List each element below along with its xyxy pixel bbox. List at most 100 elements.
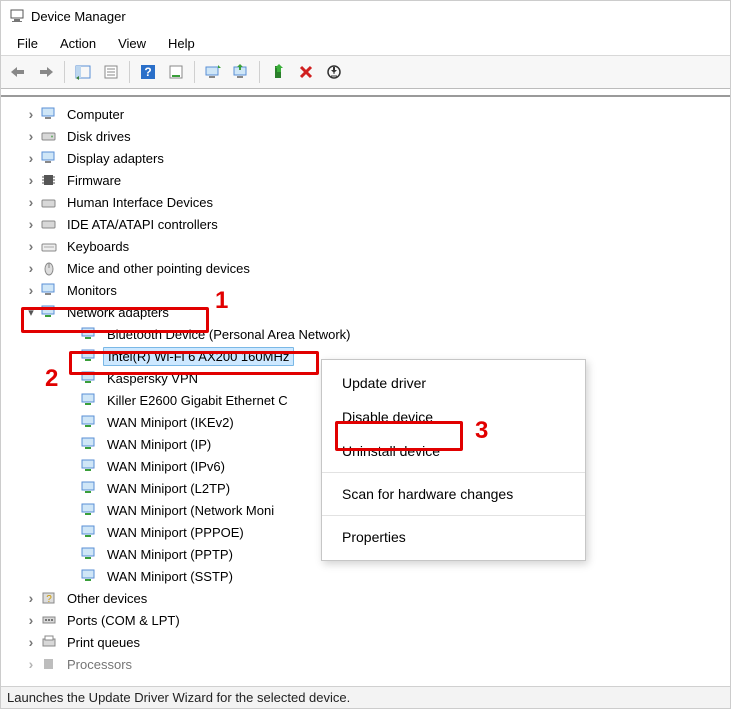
app-icon xyxy=(9,8,25,24)
network-adapter-icon xyxy=(79,325,99,343)
svg-text:?: ? xyxy=(46,594,52,605)
context-scan-hardware[interactable]: Scan for hardware changes xyxy=(322,477,585,511)
expand-icon[interactable] xyxy=(23,194,39,210)
tree-item-label: Human Interface Devices xyxy=(63,194,217,211)
tree-item-disk-drives[interactable]: Disk drives xyxy=(1,125,730,147)
hid-icon xyxy=(39,193,59,211)
tree-item-bluetooth-device[interactable]: Bluetooth Device (Personal Area Network) xyxy=(1,323,730,345)
collapse-icon[interactable] xyxy=(23,306,39,319)
network-adapter-icon xyxy=(79,545,99,563)
tree-item-network-adapters[interactable]: Network adapters xyxy=(1,301,730,323)
tree-item-label: WAN Miniport (IP) xyxy=(103,436,215,453)
context-disable-device[interactable]: Disable device xyxy=(322,400,585,434)
tree-item-ide[interactable]: IDE ATA/ATAPI controllers xyxy=(1,213,730,235)
tree-item-label: WAN Miniport (IPv6) xyxy=(103,458,229,475)
expand-icon[interactable] xyxy=(23,216,39,232)
network-adapter-icon xyxy=(79,479,99,497)
tree-item-print-queues[interactable]: Print queues xyxy=(1,631,730,653)
toolbar-separator xyxy=(259,61,260,83)
tree-item-monitors[interactable]: Monitors xyxy=(1,279,730,301)
disk-icon xyxy=(39,127,59,145)
tree-item-label: Print queues xyxy=(63,634,144,651)
tree-item-label: WAN Miniport (L2TP) xyxy=(103,480,234,497)
context-update-driver[interactable]: Update driver xyxy=(322,366,585,400)
menu-file[interactable]: File xyxy=(7,34,50,53)
context-properties[interactable]: Properties xyxy=(322,520,585,554)
context-uninstall-device[interactable]: Uninstall device xyxy=(322,434,585,468)
expand-icon[interactable] xyxy=(23,172,39,188)
forward-button[interactable] xyxy=(33,59,59,85)
expand-icon[interactable] xyxy=(23,612,39,628)
tree-item-firmware[interactable]: Firmware xyxy=(1,169,730,191)
scan-hardware-button[interactable] xyxy=(200,59,226,85)
expand-icon[interactable] xyxy=(23,128,39,144)
tree-item-label: Keyboards xyxy=(63,238,133,255)
expand-icon[interactable] xyxy=(23,106,39,122)
tree-item-label: Monitors xyxy=(63,282,121,299)
tree-item-other-devices[interactable]: ? Other devices xyxy=(1,587,730,609)
tree-item-label: Display adapters xyxy=(63,150,168,167)
back-button[interactable] xyxy=(5,59,31,85)
tree-item-label: WAN Miniport (IKEv2) xyxy=(103,414,238,431)
menu-action[interactable]: Action xyxy=(50,34,108,53)
tree-item-ports[interactable]: Ports (COM & LPT) xyxy=(1,609,730,631)
monitor-icon xyxy=(39,281,59,299)
mouse-icon xyxy=(39,259,59,277)
tree-item-processors[interactable]: Processors xyxy=(1,653,730,675)
tree-item-label: Computer xyxy=(63,106,128,123)
expand-icon[interactable] xyxy=(23,590,39,606)
toolbar-separator xyxy=(64,61,65,83)
action-panel-button[interactable] xyxy=(163,59,189,85)
toolbar-separator xyxy=(194,61,195,83)
update-driver-button[interactable] xyxy=(228,59,254,85)
network-adapter-icon xyxy=(79,347,99,365)
tree-item-mice[interactable]: Mice and other pointing devices xyxy=(1,257,730,279)
monitor-icon xyxy=(39,149,59,167)
tree-item-label: Mice and other pointing devices xyxy=(63,260,254,277)
network-adapter-icon xyxy=(79,369,99,387)
tree-item-label: WAN Miniport (SSTP) xyxy=(103,568,237,585)
network-adapter-icon xyxy=(79,435,99,453)
expand-icon[interactable] xyxy=(23,634,39,650)
svg-text:?: ? xyxy=(144,65,151,79)
network-adapter-icon xyxy=(79,501,99,519)
tree-item-hid[interactable]: Human Interface Devices xyxy=(1,191,730,213)
printer-icon xyxy=(39,633,59,651)
tree-item-label: Bluetooth Device (Personal Area Network) xyxy=(103,326,355,343)
context-menu-separator xyxy=(322,472,585,473)
ports-icon xyxy=(39,611,59,629)
tree-item-wan-sstp[interactable]: WAN Miniport (SSTP) xyxy=(1,565,730,587)
expand-icon[interactable] xyxy=(23,656,39,672)
window-title: Device Manager xyxy=(31,9,126,24)
tree-item-label: Intel(R) Wi-Fi 6 AX200 160MHz xyxy=(103,347,294,366)
network-adapter-icon xyxy=(79,413,99,431)
keyboard-icon xyxy=(39,237,59,255)
uninstall-device-button[interactable] xyxy=(293,59,319,85)
tree-item-keyboards[interactable]: Keyboards xyxy=(1,235,730,257)
tree-item-label: WAN Miniport (Network Moni xyxy=(103,502,278,519)
expand-icon[interactable] xyxy=(23,238,39,254)
properties-button[interactable] xyxy=(98,59,124,85)
menu-help[interactable]: Help xyxy=(158,34,207,53)
status-text: Launches the Update Driver Wizard for th… xyxy=(7,690,350,705)
show-hide-console-tree-button[interactable] xyxy=(70,59,96,85)
title-bar: Device Manager xyxy=(1,1,730,31)
expand-icon[interactable] xyxy=(23,150,39,166)
toolbar-separator xyxy=(129,61,130,83)
ide-icon xyxy=(39,215,59,233)
tree-item-display-adapters[interactable]: Display adapters xyxy=(1,147,730,169)
enable-device-button[interactable] xyxy=(265,59,291,85)
expand-icon[interactable] xyxy=(23,260,39,276)
tree-item-label: Disk drives xyxy=(63,128,135,145)
menu-view[interactable]: View xyxy=(108,34,158,53)
tree-item-label: Kaspersky VPN xyxy=(103,370,202,387)
tree-item-label: Firmware xyxy=(63,172,125,189)
help-button[interactable]: ? xyxy=(135,59,161,85)
tree-item-label: Ports (COM & LPT) xyxy=(63,612,184,629)
disable-device-button[interactable] xyxy=(321,59,347,85)
tree-item-computer[interactable]: Computer xyxy=(1,103,730,125)
other-devices-icon: ? xyxy=(39,589,59,607)
expand-icon[interactable] xyxy=(23,282,39,298)
tree-item-label: Other devices xyxy=(63,590,151,607)
status-bar: Launches the Update Driver Wizard for th… xyxy=(1,686,730,708)
